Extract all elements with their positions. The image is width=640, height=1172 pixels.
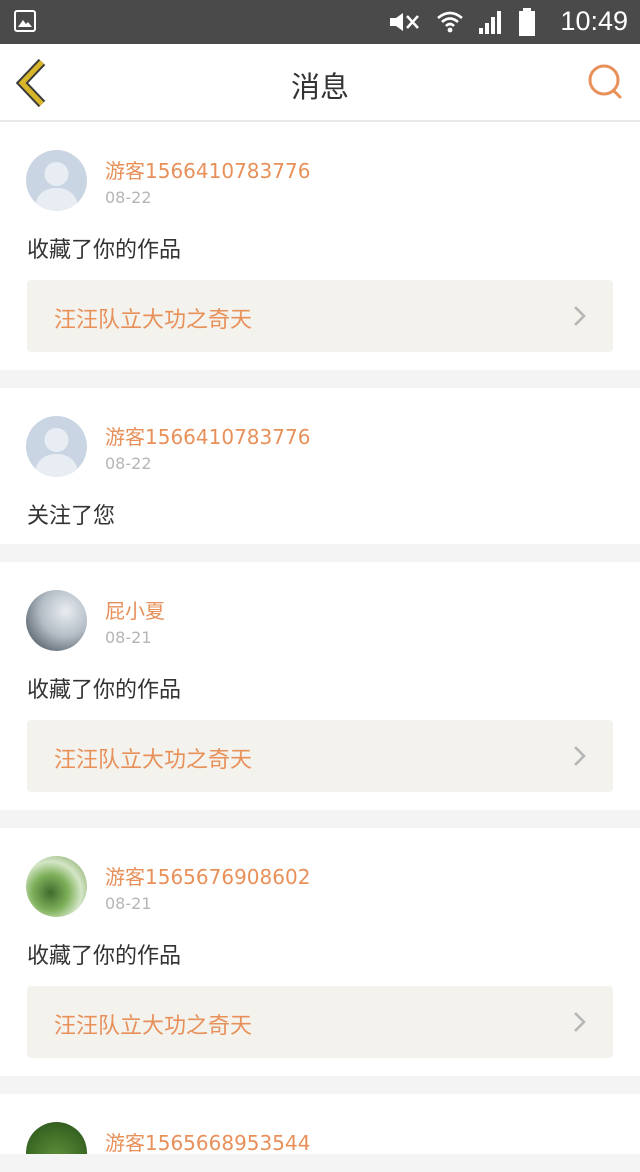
mute-icon xyxy=(390,13,419,31)
username[interactable]: 屁小夏 xyxy=(105,595,165,624)
default-avatar-icon xyxy=(34,428,79,477)
search-icon xyxy=(588,64,622,99)
status-time: 10:49 xyxy=(560,6,628,36)
username[interactable]: 游客1565668953544 xyxy=(105,1127,310,1154)
chevron-right-icon xyxy=(574,1012,586,1032)
action-text: 收藏了你的作品 xyxy=(27,944,182,969)
signal-icon xyxy=(479,11,501,34)
notification-date: 08-22 xyxy=(105,454,152,473)
action-text: 收藏了你的作品 xyxy=(27,238,182,263)
nav-bar: 消息 xyxy=(0,44,640,122)
status-bar: 10:49 xyxy=(0,0,640,44)
notification-item: 游客1565668953544 xyxy=(0,1094,640,1154)
chevron-right-icon xyxy=(574,306,586,326)
work-link[interactable]: 汪汪队立大功之奇天 xyxy=(27,986,613,1058)
notification-item: 游客1565676908602 08-21 收藏了你的作品 汪汪队立大功之奇天 xyxy=(0,828,640,1076)
notification-list: 游客1566410783776 08-22 收藏了你的作品 汪汪队立大功之奇天 … xyxy=(0,122,640,1172)
avatar[interactable] xyxy=(26,416,87,477)
username[interactable]: 游客1566410783776 xyxy=(105,421,310,450)
work-link[interactable]: 汪汪队立大功之奇天 xyxy=(27,280,613,352)
work-title: 汪汪队立大功之奇天 xyxy=(54,308,253,333)
avatar[interactable] xyxy=(26,590,87,651)
search-button[interactable] xyxy=(586,62,626,102)
work-link[interactable]: 汪汪队立大功之奇天 xyxy=(27,720,613,792)
chevron-right-icon xyxy=(574,746,586,766)
notification-item: 游客1566410783776 08-22 收藏了你的作品 汪汪队立大功之奇天 xyxy=(0,122,640,370)
action-text: 关注了您 xyxy=(27,504,116,529)
battery-icon xyxy=(519,8,535,36)
notification-item: 游客1566410783776 08-22 关注了您 xyxy=(0,388,640,544)
avatar[interactable] xyxy=(26,150,87,211)
avatar[interactable] xyxy=(26,856,87,917)
notification-date: 08-22 xyxy=(105,188,152,207)
notification-date: 08-21 xyxy=(105,894,152,913)
default-avatar-icon xyxy=(34,162,79,211)
work-title: 汪汪队立大功之奇天 xyxy=(54,1014,253,1039)
status-icons xyxy=(388,8,536,36)
avatar[interactable] xyxy=(26,1122,87,1154)
page-title: 消息 xyxy=(290,70,349,104)
work-title: 汪汪队立大功之奇天 xyxy=(54,748,253,773)
notification-date: 08-21 xyxy=(105,628,152,647)
wifi-icon xyxy=(437,11,463,33)
action-text: 收藏了你的作品 xyxy=(27,678,182,703)
gallery-icon xyxy=(14,10,36,32)
username[interactable]: 游客1565676908602 xyxy=(105,861,310,890)
username[interactable]: 游客1566410783776 xyxy=(105,155,310,184)
notification-item: 屁小夏 08-21 收藏了你的作品 汪汪队立大功之奇天 xyxy=(0,562,640,810)
